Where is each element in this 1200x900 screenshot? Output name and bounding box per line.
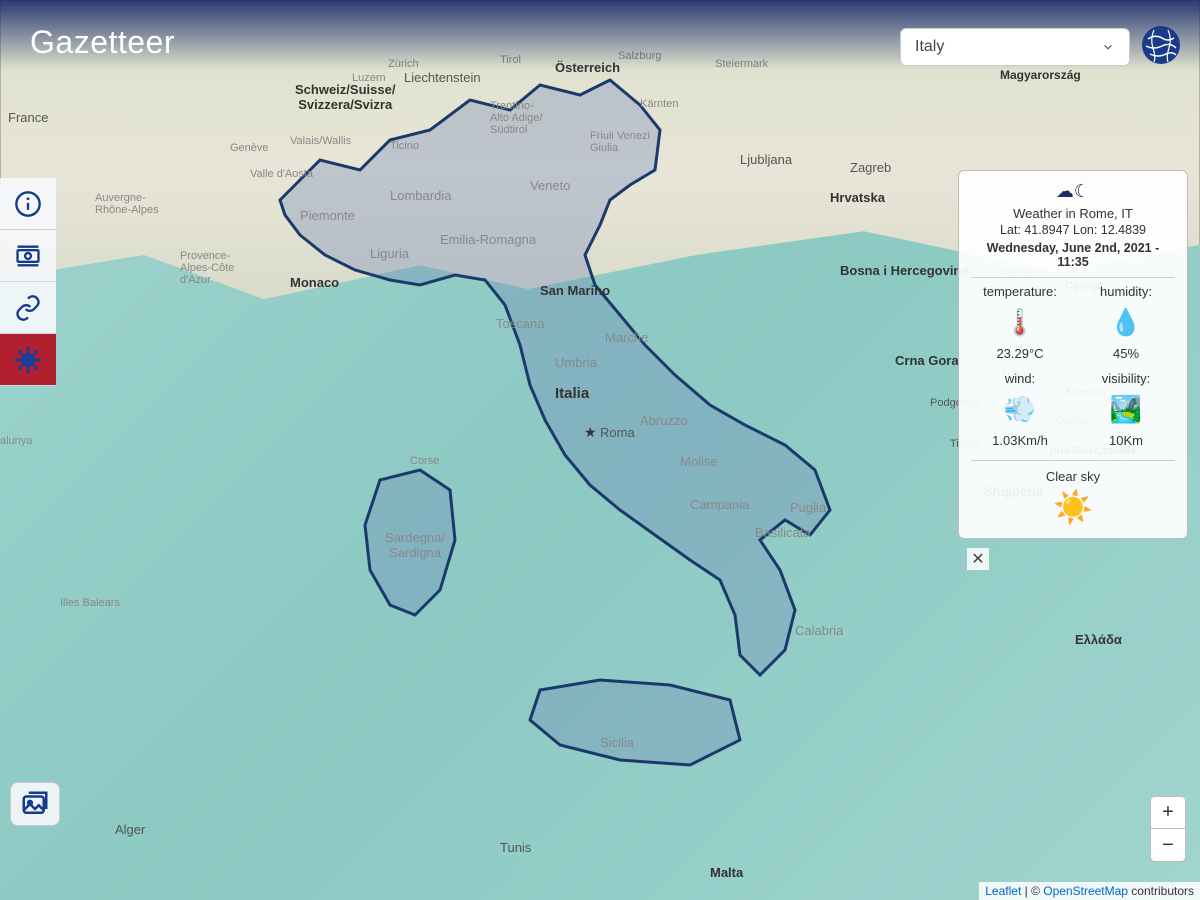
visibility-label: visibility: [1077,371,1175,386]
weather-datetime: Wednesday, June 2nd, 2021 - 11:35 [971,241,1175,269]
country-selector-value: Italy [915,38,944,56]
virus-icon [14,346,42,374]
landscape-icon: 🏞️ [1077,394,1175,425]
globe-icon [1140,24,1182,66]
country-selector[interactable]: Italy [900,28,1130,66]
info-icon [14,190,42,218]
info-button[interactable] [0,178,56,230]
wind-icon: 💨 [971,394,1069,425]
weather-location: Weather in Rome, IT [971,206,1175,221]
images-button[interactable] [10,782,60,826]
humidity-value: 45% [1077,346,1175,361]
app-title: Gazetteer [30,24,175,61]
link-button[interactable] [0,282,56,334]
weather-coords: Lat: 41.8947 Lon: 12.4839 [971,223,1175,237]
close-weather-button[interactable]: ✕ [967,548,989,570]
zoom-out-button[interactable]: − [1151,829,1185,861]
left-toolbar [0,178,56,386]
wind-label: wind: [971,371,1069,386]
sun-icon: ☀️ [971,488,1175,526]
currency-icon [14,242,42,270]
osm-link[interactable]: OpenStreetMap [1043,884,1128,898]
temp-value: 23.29°C [971,346,1069,361]
temp-label: temperature: [971,284,1069,299]
capital-marker-icon: ★ [584,424,597,441]
map-attribution: Leaflet | © OpenStreetMap contributors [979,882,1200,900]
thermometer-icon: 🌡️ [971,307,1069,338]
chevron-down-icon [1101,40,1115,54]
currency-button[interactable] [0,230,56,282]
moon-cloud-icon: ☁︎☾ [971,181,1175,202]
link-icon [14,294,42,322]
map-container[interactable]: France Österreich Schweiz/Suisse/ Svizze… [0,0,1200,900]
weather-description: Clear sky [971,469,1175,484]
humidity-label: humidity: [1077,284,1175,299]
weather-panel: ☁︎☾ Weather in Rome, IT Lat: 41.8947 Lon… [958,170,1188,539]
globe-button[interactable] [1140,24,1182,66]
zoom-in-button[interactable]: + [1151,797,1185,829]
wind-value: 1.03Km/h [971,433,1069,448]
droplet-icon: 💧 [1077,307,1175,338]
virus-button[interactable] [0,334,56,386]
leaflet-link[interactable]: Leaflet [985,884,1021,898]
italy-highlight [240,60,860,780]
close-icon: ✕ [971,549,984,569]
visibility-value: 10Km [1077,433,1175,448]
zoom-control: + − [1150,796,1186,862]
images-icon [20,789,50,819]
